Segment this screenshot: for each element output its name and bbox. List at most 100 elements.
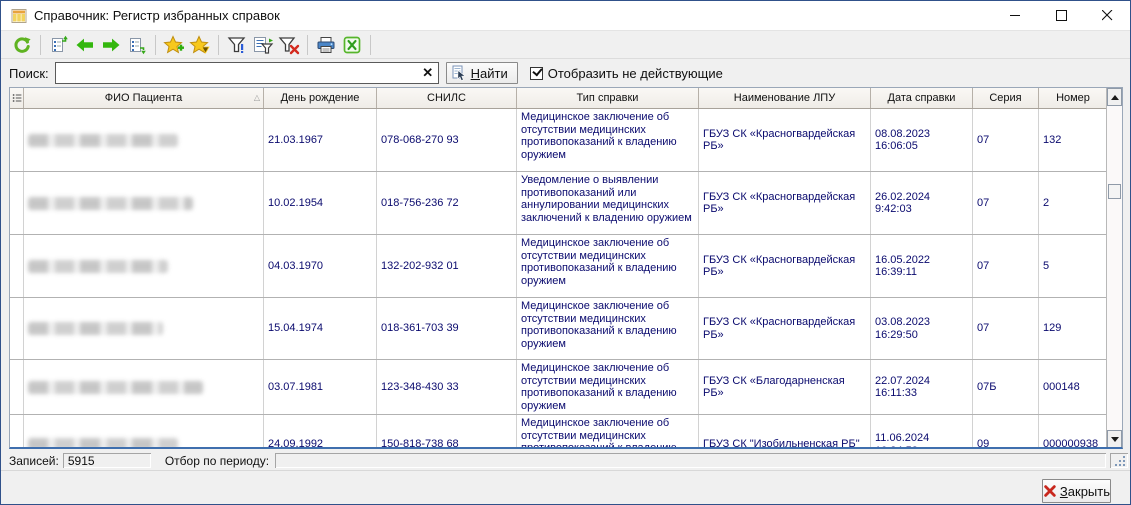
header-series[interactable]: Серия — [973, 88, 1039, 108]
cell-number[interactable]: 129 — [1039, 298, 1108, 359]
row-selector-icon — [12, 93, 22, 103]
table-row[interactable]: 21.03.1967078-068-270 93Медицинское закл… — [10, 109, 1122, 172]
cell-lpu[interactable]: ГБУЗ СК «Красногвардейская РБ» — [699, 172, 871, 234]
row-selector-header[interactable] — [10, 88, 24, 108]
row-selector-cell[interactable] — [10, 360, 24, 414]
cell-snils[interactable]: 078-068-270 93 — [377, 109, 517, 171]
cell-dob[interactable]: 15.04.1974 — [264, 298, 377, 359]
cell-snils[interactable]: 132-202-932 01 — [377, 235, 517, 297]
cell-number[interactable]: 2 — [1039, 172, 1108, 234]
table-row[interactable]: 10.02.1954018-756-236 72Уведомление о вы… — [10, 172, 1122, 235]
cell-lpu[interactable]: ГБУЗ СК «Красногвардейская РБ» — [699, 235, 871, 297]
cell-dob[interactable]: 10.02.1954 — [264, 172, 377, 234]
cell-cert-date[interactable]: 26.02.2024 9:42:03 — [871, 172, 973, 234]
cell-cert-type[interactable]: Уведомление о выявлении противопоказаний… — [517, 172, 699, 234]
cell-number[interactable]: 132 — [1039, 109, 1108, 171]
back-button[interactable] — [72, 33, 98, 57]
cell-cert-type[interactable]: Медицинское заключение об отсутствии мед… — [517, 235, 699, 297]
cell-cert-date[interactable]: 08.08.2023 16:06:05 — [871, 109, 973, 171]
cell-snils[interactable]: 150-818-738 68 — [377, 415, 517, 449]
show-inactive-checkbox[interactable] — [530, 67, 543, 80]
cell-fio-redacted[interactable] — [24, 298, 264, 359]
row-selector-cell[interactable] — [10, 415, 24, 449]
app-window: Справочник: Регистр избранных справок — [0, 0, 1131, 505]
close-button[interactable]: Закрыть — [1042, 479, 1111, 503]
cell-series[interactable]: 07 — [973, 109, 1039, 171]
cell-number[interactable]: 000148 — [1039, 360, 1108, 414]
cell-number[interactable]: 5 — [1039, 235, 1108, 297]
row-selector-cell[interactable] — [10, 235, 24, 297]
cell-series[interactable]: 07 — [973, 298, 1039, 359]
goto-next-record-button[interactable] — [124, 33, 150, 57]
goto-prev-record-button[interactable] — [46, 33, 72, 57]
header-fio[interactable]: ФИО Пациента △ — [24, 88, 264, 108]
cell-snils[interactable]: 018-361-703 39 — [377, 298, 517, 359]
find-button[interactable]: Найти — [446, 62, 518, 84]
cell-series[interactable]: 09 — [973, 415, 1039, 449]
title-bar[interactable]: Справочник: Регистр избранных справок — [1, 1, 1130, 31]
vertical-scrollbar[interactable] — [1106, 88, 1122, 448]
favorites-button[interactable] — [187, 33, 213, 57]
cell-dob[interactable]: 24.09.1992 — [264, 415, 377, 449]
header-cert-date[interactable]: Дата справки — [871, 88, 973, 108]
redacted-name — [28, 134, 178, 147]
cell-dob[interactable]: 21.03.1967 — [264, 109, 377, 171]
filter-button[interactable] — [224, 33, 250, 57]
cell-lpu[interactable]: ГБУЗ СК «Благодарненская РБ» — [699, 360, 871, 414]
table-row[interactable]: 04.03.1970132-202-932 01Медицинское закл… — [10, 235, 1122, 298]
table-row[interactable]: 03.07.1981123-348-430 33Медицинское закл… — [10, 360, 1122, 415]
row-selector-cell[interactable] — [10, 109, 24, 171]
header-lpu[interactable]: Наименование ЛПУ — [699, 88, 871, 108]
header-number[interactable]: Номер — [1039, 88, 1108, 108]
cell-cert-type[interactable]: Медицинское заключение об отсутствии мед… — [517, 109, 699, 171]
clear-filter-button[interactable] — [276, 33, 302, 57]
show-inactive-checkbox-wrap[interactable]: Отобразить не действующие — [530, 66, 723, 81]
filter-by-form-button[interactable] — [250, 33, 276, 57]
cell-series[interactable]: 07Б — [973, 360, 1039, 414]
cell-lpu[interactable]: ГБУЗ СК "Изобильненская РБ" — [699, 415, 871, 449]
scroll-up-button[interactable] — [1107, 88, 1122, 106]
cell-lpu[interactable]: ГБУЗ СК «Красногвардейская РБ» — [699, 298, 871, 359]
cell-series[interactable]: 07 — [973, 235, 1039, 297]
cell-fio-redacted[interactable] — [24, 172, 264, 234]
cell-lpu[interactable]: ГБУЗ СК «Красногвардейская РБ» — [699, 109, 871, 171]
forward-button[interactable] — [98, 33, 124, 57]
cell-cert-type[interactable]: Медицинское заключение об отсутствии мед… — [517, 415, 699, 449]
scroll-down-button[interactable] — [1107, 430, 1122, 448]
row-selector-cell[interactable] — [10, 172, 24, 234]
print-button[interactable] — [313, 33, 339, 57]
cell-snils[interactable]: 018-756-236 72 — [377, 172, 517, 234]
cell-cert-date[interactable]: 22.07.2024 16:11:33 — [871, 360, 973, 414]
cell-dob[interactable]: 03.07.1981 — [264, 360, 377, 414]
close-window-button[interactable] — [1084, 1, 1130, 30]
export-excel-button[interactable] — [339, 33, 365, 57]
cell-fio-redacted[interactable] — [24, 360, 264, 414]
cell-cert-date[interactable]: 11.06.2024 10:34:53 — [871, 415, 973, 449]
cell-fio-redacted[interactable] — [24, 109, 264, 171]
search-input[interactable] — [55, 62, 439, 84]
scrollbar-thumb[interactable] — [1108, 184, 1121, 199]
maximize-button[interactable] — [1038, 1, 1084, 30]
add-favorite-button[interactable] — [161, 33, 187, 57]
refresh-button[interactable] — [9, 33, 35, 57]
resize-grip[interactable] — [1110, 453, 1128, 468]
cell-number[interactable]: 000000938 — [1039, 415, 1108, 449]
cell-cert-type[interactable]: Медицинское заключение об отсутствии мед… — [517, 360, 699, 414]
cell-snils[interactable]: 123-348-430 33 — [377, 360, 517, 414]
table-row[interactable]: 24.09.1992150-818-738 68Медицинское закл… — [10, 415, 1122, 449]
cell-cert-date[interactable]: 16.05.2022 16:39:11 — [871, 235, 973, 297]
cell-cert-type[interactable]: Медицинское заключение об отсутствии мед… — [517, 298, 699, 359]
cell-series[interactable]: 07 — [973, 172, 1039, 234]
header-dob[interactable]: День рождение — [264, 88, 377, 108]
header-cert-type[interactable]: Тип справки — [517, 88, 699, 108]
cell-fio-redacted[interactable] — [24, 415, 264, 449]
minimize-button[interactable] — [992, 1, 1038, 30]
header-snils[interactable]: СНИЛС — [377, 88, 517, 108]
redacted-name — [28, 381, 203, 394]
row-selector-cell[interactable] — [10, 298, 24, 359]
table-row[interactable]: 15.04.1974018-361-703 39Медицинское закл… — [10, 298, 1122, 360]
cell-cert-date[interactable]: 03.08.2023 16:29:50 — [871, 298, 973, 359]
clear-search-icon[interactable]: ✕ — [420, 65, 436, 81]
cell-dob[interactable]: 04.03.1970 — [264, 235, 377, 297]
cell-fio-redacted[interactable] — [24, 235, 264, 297]
